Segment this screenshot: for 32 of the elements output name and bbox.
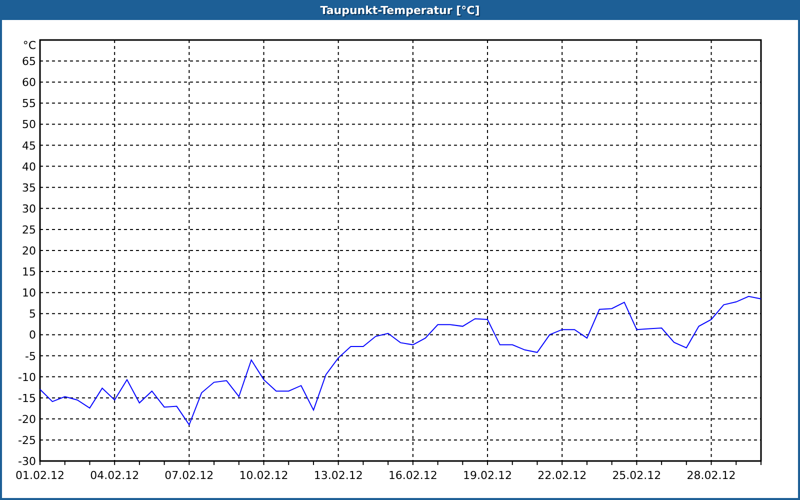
x-tick-label: 07.02.12 bbox=[164, 469, 214, 482]
x-tick-label: 10.02.12 bbox=[239, 469, 288, 482]
axis-unit-label: °C bbox=[22, 39, 36, 52]
x-tick-label: 19.02.12 bbox=[463, 469, 512, 482]
y-tick-label: 65 bbox=[22, 55, 36, 68]
y-tick-label: -20 bbox=[18, 412, 36, 426]
y-tick-label: 25 bbox=[22, 223, 36, 236]
x-tick-label: 28.02.12 bbox=[686, 469, 736, 482]
y-tick-label: -5 bbox=[25, 350, 36, 363]
y-tick-label: -25 bbox=[18, 434, 36, 447]
y-tick-label: 30 bbox=[22, 202, 36, 216]
y-tick-label: 10 bbox=[22, 286, 36, 300]
y-tick-label: -30 bbox=[18, 455, 36, 468]
y-tick-label: 35 bbox=[22, 181, 36, 194]
y-tick-label: 45 bbox=[22, 139, 36, 152]
x-tick-label: 16.02.12 bbox=[388, 469, 438, 482]
y-tick-label: 50 bbox=[22, 118, 36, 132]
y-tick-label: -15 bbox=[18, 392, 36, 405]
y-tick-label: 20 bbox=[22, 244, 36, 258]
x-tick-label: 13.02.12 bbox=[314, 469, 363, 482]
x-tick-label: 25.02.12 bbox=[612, 469, 662, 482]
x-tick-label: 01.02.12 bbox=[16, 469, 64, 482]
x-tick-label: 04.02.12 bbox=[90, 469, 140, 482]
x-tick-label: 22.02.12 bbox=[538, 469, 587, 482]
y-tick-label: 15 bbox=[22, 266, 36, 279]
y-tick-label: 5 bbox=[29, 308, 36, 321]
y-tick-label: 60 bbox=[22, 76, 36, 90]
y-tick-label: 0 bbox=[29, 328, 36, 342]
y-tick-label: 55 bbox=[22, 97, 36, 110]
window-title: Taupunkt-Temperatur [°C] bbox=[320, 4, 480, 16]
y-tick-label: 40 bbox=[22, 160, 36, 174]
y-tick-label: -10 bbox=[18, 370, 36, 384]
